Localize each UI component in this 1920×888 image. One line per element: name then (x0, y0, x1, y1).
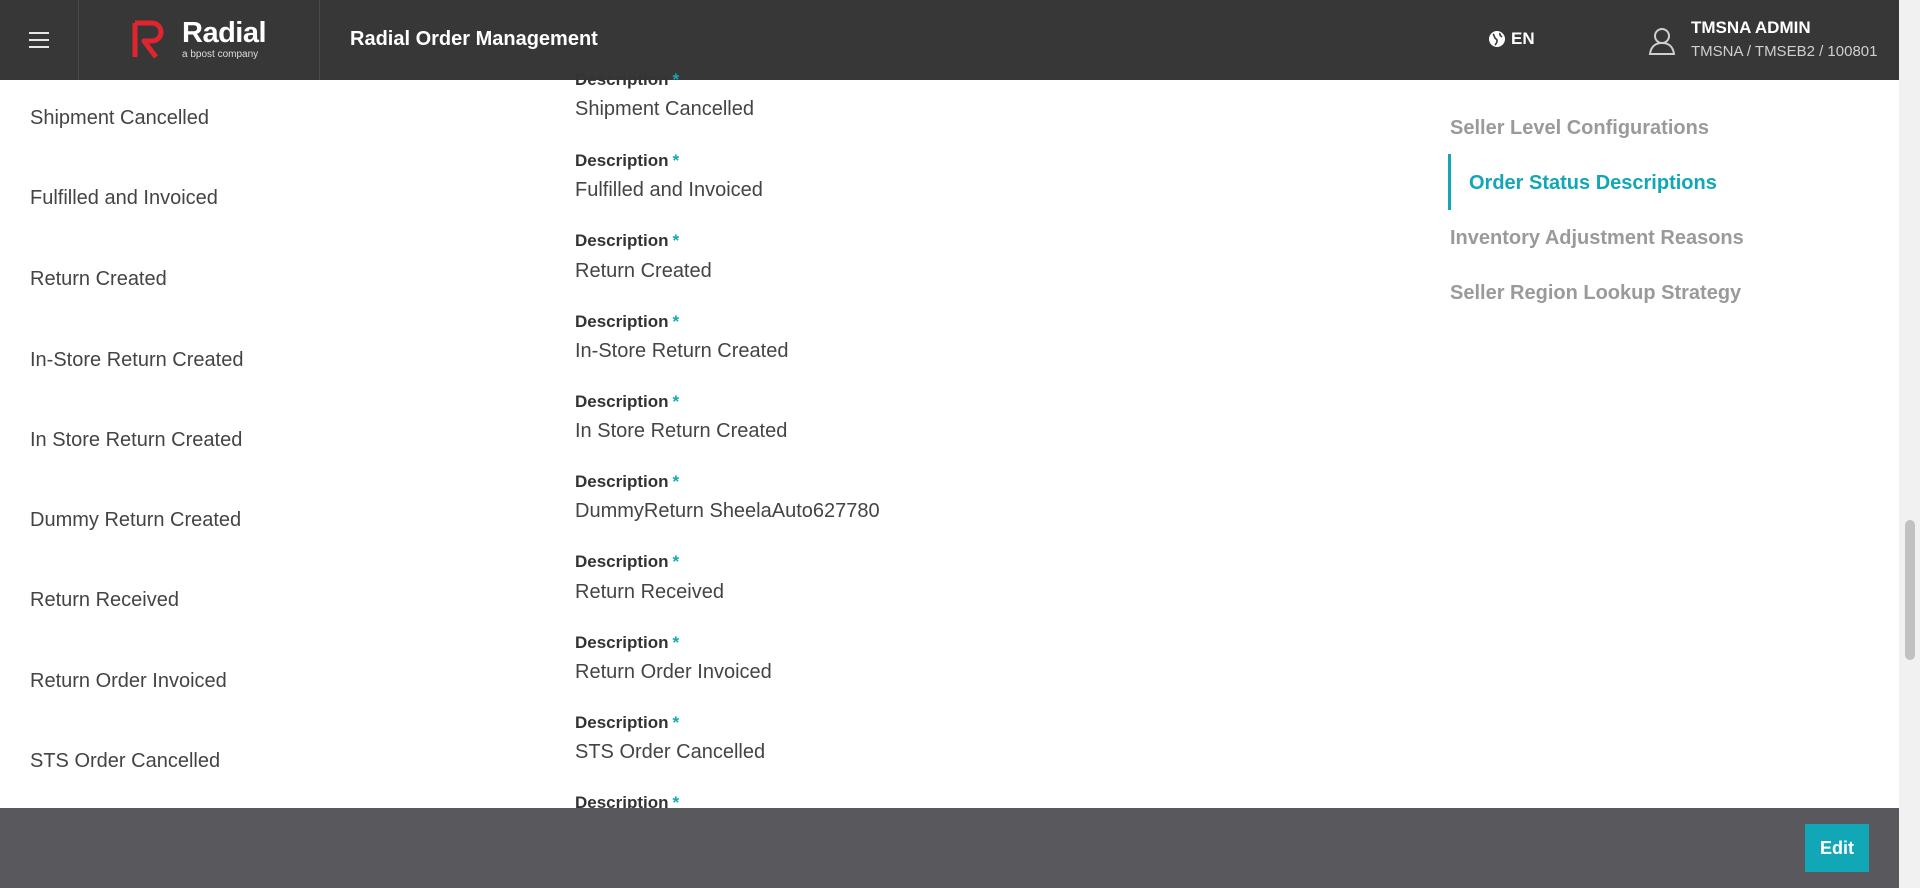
globe-icon (1489, 31, 1505, 47)
language-label: EN (1511, 29, 1535, 48)
nav-seller-region-lookup-strategy[interactable]: Seller Region Lookup Strategy (1450, 282, 1741, 305)
language-selector[interactable]: EN (1488, 29, 1535, 49)
description-value: In-Store Return Created (575, 340, 789, 362)
footer-bar: Edit (0, 808, 1899, 888)
description-label: Description * (575, 151, 680, 170)
description-value: DummyReturn SheelaAuto627780 (575, 500, 880, 522)
description-label: Description * (575, 552, 680, 571)
description-value: Fulfilled and Invoiced (575, 179, 763, 201)
description-value: In Store Return Created (575, 420, 788, 442)
menu-button[interactable] (0, 0, 79, 80)
description-label: Description * (575, 392, 680, 411)
user-org-path: TMSNA / TMSEB2 / 100801 (1691, 43, 1878, 60)
logo-subtitle: a bpost company (182, 49, 259, 60)
scrollbar-thumb[interactable] (1905, 520, 1915, 660)
logo-text: Radial (182, 17, 267, 49)
status-name: Return Received (30, 589, 179, 611)
status-name: Shipment Cancelled (30, 107, 209, 129)
description-value: Shipment Cancelled (575, 98, 754, 120)
nav-order-status-descriptions[interactable]: Order Status Descriptions (1469, 172, 1717, 195)
description-value: STS Order Cancelled (575, 741, 766, 763)
user-name: TMSNA ADMIN (1691, 18, 1811, 37)
status-name: STS Order Cancelled (30, 750, 221, 772)
edit-button[interactable]: Edit (1805, 824, 1869, 872)
description-label: Description * (575, 231, 680, 250)
nav-seller-level-configurations[interactable]: Seller Level Configurations (1450, 117, 1709, 140)
nav-inventory-adjustment-reasons[interactable]: Inventory Adjustment Reasons (1450, 227, 1744, 250)
status-name: In Store Return Created (30, 429, 243, 451)
description-label: Description * (575, 312, 680, 331)
description-label: Description * (575, 633, 680, 652)
status-name: Dummy Return Created (30, 509, 242, 531)
logo[interactable]: Radial a bpost company (80, 0, 320, 80)
description-value: Return Received (575, 581, 724, 603)
description-label: Description * (575, 70, 680, 89)
app-header: Radial a bpost company Radial Order Mana… (0, 0, 1899, 80)
status-name: Return Created (30, 268, 167, 290)
status-name: Fulfilled and Invoiced (30, 187, 218, 209)
status-name: Return Order Invoiced (30, 670, 227, 692)
menu-icon (29, 32, 49, 48)
scrollbar-track[interactable] (1899, 0, 1920, 888)
description-value: Return Order Invoiced (575, 661, 772, 683)
status-name: In-Store Return Created (30, 349, 244, 371)
active-indicator (1448, 154, 1451, 210)
description-value: Return Created (575, 260, 712, 282)
description-label: Description * (575, 472, 680, 491)
description-label: Description * (575, 713, 680, 732)
user-icon[interactable] (1648, 26, 1676, 56)
radial-logo-icon (132, 20, 164, 59)
app-title: Radial Order Management (350, 28, 598, 50)
